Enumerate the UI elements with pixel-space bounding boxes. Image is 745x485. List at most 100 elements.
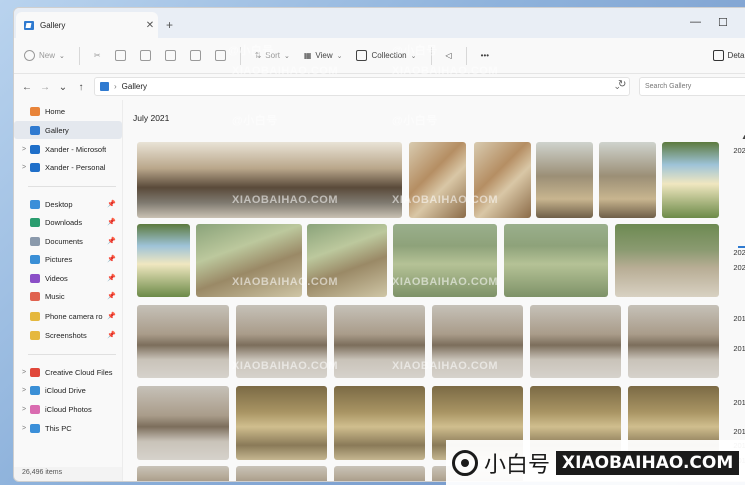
- refresh-button[interactable]: ↻: [618, 79, 626, 90]
- icloud-icon: [30, 385, 40, 395]
- view-icon: ▦: [303, 51, 312, 60]
- search-input[interactable]: Search Gallery: [639, 77, 745, 96]
- pin-icon: 📌: [107, 313, 116, 320]
- recent-locations-button[interactable]: ⌄: [54, 82, 72, 93]
- gallery-icon: [24, 20, 34, 30]
- tab-gallery[interactable]: Gallery ✕: [16, 12, 158, 38]
- sidebar-item-videos[interactable]: Videos 📌: [14, 269, 122, 287]
- cut-icon: ✂: [93, 51, 101, 60]
- chevron-right-icon[interactable]: >: [18, 406, 30, 413]
- photo-thumbnail[interactable]: [137, 386, 229, 460]
- photo-thumbnail[interactable]: [334, 466, 425, 481]
- timeline-year-label[interactable]: 2018: [733, 427, 745, 436]
- onedrive-icon: [30, 144, 40, 154]
- sidebar-item-label: Downloads: [45, 217, 83, 227]
- sidebar-item-home[interactable]: Home: [14, 102, 122, 120]
- paste-icon: [139, 50, 151, 61]
- photo-thumbnail[interactable]: [409, 142, 466, 218]
- sidebar-item-label: Pictures: [45, 254, 73, 264]
- documents-icon: [30, 236, 40, 246]
- rename-button[interactable]: [164, 50, 176, 61]
- new-tab-button[interactable]: +: [166, 18, 173, 32]
- photo-thumbnail[interactable]: [137, 305, 229, 378]
- share-button[interactable]: [189, 50, 201, 61]
- photo-thumbnail[interactable]: [334, 386, 425, 460]
- timeline-year-label[interactable]: 2019: [733, 344, 745, 353]
- photo-thumbnail[interactable]: [137, 224, 190, 297]
- chevron-right-icon[interactable]: >: [18, 164, 30, 171]
- photo-thumbnail[interactable]: [628, 305, 719, 378]
- sidebar-item-icloud-drive[interactable]: > iCloud Drive: [14, 381, 122, 399]
- photo-thumbnail[interactable]: [530, 305, 621, 378]
- sidebar-item-xander-microsoft[interactable]: > Xander - Microsoft: [14, 140, 122, 158]
- details-button[interactable]: Details: [712, 50, 745, 61]
- sidebar-item-icloud-photos[interactable]: > iCloud Photos: [14, 400, 122, 418]
- view-button[interactable]: ▦ View ⌄: [304, 51, 343, 60]
- timeline-year-label[interactable]: 2020: [733, 248, 745, 257]
- photo-thumbnail[interactable]: [662, 142, 719, 218]
- back-button[interactable]: ←: [18, 82, 36, 93]
- cut-button[interactable]: ✂: [94, 51, 101, 60]
- downloads-icon: [30, 217, 40, 227]
- more-options-button[interactable]: •••: [481, 51, 489, 60]
- photo-thumbnail[interactable]: [615, 224, 719, 297]
- chevron-right-icon[interactable]: >: [18, 146, 30, 153]
- timeline-year-label[interactable]: 2019: [733, 398, 745, 407]
- rename-icon: [164, 50, 176, 61]
- sidebar-item-documents[interactable]: Documents 📌: [14, 232, 122, 250]
- sidebar-item-this-pc[interactable]: > This PC: [14, 419, 122, 437]
- photo-thumbnail[interactable]: [236, 305, 327, 378]
- photo-thumbnail[interactable]: [334, 305, 425, 378]
- sidebar-item-gallery[interactable]: Gallery: [14, 121, 122, 139]
- photo-thumbnail[interactable]: [137, 466, 229, 481]
- sidebar-item-screenshots[interactable]: Screenshots 📌: [14, 326, 122, 344]
- chevron-right-icon[interactable]: >: [18, 387, 30, 394]
- sidebar-item-xander-personal[interactable]: > Xander - Personal: [14, 158, 122, 176]
- timeline-year-label[interactable]: 2021: [733, 146, 745, 155]
- sidebar-item-label: Phone camera ro: [45, 311, 103, 321]
- timeline-year-label[interactable]: 2019: [733, 314, 745, 323]
- scroll-up-icon[interactable]: ▲: [741, 134, 745, 141]
- chevron-right-icon[interactable]: >: [18, 425, 30, 432]
- timeline-scrubber[interactable]: ▲ 202120202020201920192019201820182018: [722, 100, 745, 480]
- address-bar[interactable]: › Gallery ⌄: [94, 77, 630, 96]
- sidebar-item-creative-cloud-files[interactable]: > Creative Cloud Files: [14, 363, 122, 381]
- photo-thumbnail[interactable]: [236, 466, 327, 481]
- sidebar-item-desktop[interactable]: Desktop 📌: [14, 195, 122, 213]
- slideshow-button[interactable]: ◁: [446, 51, 452, 60]
- up-button[interactable]: ↑: [72, 82, 90, 93]
- collection-button[interactable]: Collection ⌄: [356, 50, 417, 61]
- new-button[interactable]: New ⌄: [24, 50, 65, 61]
- timeline-year-label[interactable]: 2020: [733, 263, 745, 272]
- photo-thumbnail[interactable]: [504, 224, 608, 297]
- sidebar-item-phone-camera-ro[interactable]: Phone camera ro 📌: [14, 307, 122, 325]
- sidebar-item-label: Xander - Microsoft: [45, 144, 107, 154]
- paste-button[interactable]: [139, 50, 151, 61]
- forward-button[interactable]: →: [36, 82, 54, 93]
- photo-thumbnail[interactable]: [307, 224, 387, 297]
- sort-button[interactable]: ⇅ Sort ⌄: [255, 51, 290, 60]
- folder-icon: [30, 330, 40, 340]
- photo-thumbnail[interactable]: [474, 142, 531, 218]
- maximize-button[interactable]: ☐: [718, 16, 728, 29]
- divider: [430, 46, 432, 65]
- sidebar-item-downloads[interactable]: Downloads 📌: [14, 213, 122, 231]
- close-tab-icon[interactable]: ✕: [142, 20, 158, 31]
- photo-thumbnail[interactable]: [236, 386, 327, 460]
- photo-thumbnail[interactable]: [137, 142, 402, 218]
- photo-thumbnail[interactable]: [432, 305, 523, 378]
- minimize-button[interactable]: —: [690, 16, 701, 28]
- sidebar-item-music[interactable]: Music 📌: [14, 287, 122, 305]
- photo-thumbnail[interactable]: [536, 142, 593, 218]
- sidebar-item-pictures[interactable]: Pictures 📌: [14, 250, 122, 268]
- copy-button[interactable]: [114, 50, 126, 61]
- photo-thumbnail[interactable]: [196, 224, 302, 297]
- slideshow-icon: ◁: [445, 51, 452, 60]
- delete-button[interactable]: [214, 50, 226, 61]
- photo-thumbnail[interactable]: [393, 224, 497, 297]
- photo-thumbnail[interactable]: [599, 142, 656, 218]
- pin-icon: 📌: [107, 293, 116, 300]
- chevron-right-icon[interactable]: >: [18, 369, 30, 376]
- breadcrumb-gallery[interactable]: Gallery: [122, 82, 147, 91]
- tab-title: Gallery: [40, 20, 66, 30]
